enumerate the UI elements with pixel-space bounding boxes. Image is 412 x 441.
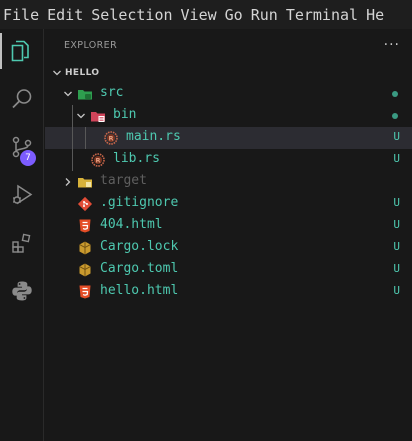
tree-item-label: .gitignore <box>100 195 179 210</box>
tree-item-404-html[interactable]: 404.html U <box>45 215 412 237</box>
tree-item-label: Cargo.lock <box>100 239 179 254</box>
more-actions-icon[interactable]: ··· <box>384 37 400 53</box>
menu-run[interactable]: Run <box>248 6 283 24</box>
menu-help[interactable]: He <box>363 6 389 24</box>
source-control-badge: 7 <box>20 150 36 166</box>
activity-python[interactable] <box>0 269 44 313</box>
menu-bar: File Edit Selection View Go Run Terminal… <box>0 0 412 29</box>
chevron-down-icon <box>49 65 65 81</box>
chevron-down-icon[interactable] <box>73 108 89 124</box>
activity-run-debug[interactable] <box>0 173 44 217</box>
activity-bar: 7 <box>0 29 44 441</box>
untracked-status: U <box>393 262 400 275</box>
svg-text:R: R <box>95 157 100 165</box>
modified-dot-indicator <box>392 113 398 119</box>
tree-item-label: 404.html <box>100 217 163 232</box>
search-icon <box>12 89 32 109</box>
rust-file-icon: R <box>103 130 119 146</box>
untracked-status: U <box>393 218 400 231</box>
explorer-title: EXPLORER <box>64 39 118 51</box>
untracked-status: U <box>393 284 400 297</box>
html-file-icon <box>77 218 93 234</box>
activity-explorer[interactable] <box>0 29 44 73</box>
svg-text:R: R <box>108 135 113 143</box>
run-debug-icon <box>13 184 33 205</box>
chevron-right-icon[interactable] <box>60 174 76 190</box>
indent-guide <box>85 127 86 149</box>
tree-item-label: main.rs <box>126 129 181 144</box>
tree-item-src[interactable]: src <box>45 83 412 105</box>
untracked-status: U <box>393 130 400 143</box>
activity-search[interactable] <box>0 77 44 121</box>
tree-item-label: lib.rs <box>113 151 160 166</box>
explorer-icon <box>11 40 29 62</box>
cargo-file-icon <box>77 262 93 278</box>
tree-item-main-rs[interactable]: Rmain.rs U <box>45 127 412 149</box>
menu-terminal[interactable]: Terminal <box>283 6 363 24</box>
menu-selection[interactable]: Selection <box>88 6 177 24</box>
folder-target-icon <box>77 174 93 190</box>
modified-dot-indicator <box>392 91 398 97</box>
explorer-header: EXPLORER ··· <box>45 29 412 61</box>
tree-item-label: bin <box>113 107 137 122</box>
tree-item-gitignore[interactable]: .gitignore U <box>45 193 412 215</box>
tree-item-bin[interactable]: bin <box>45 105 412 127</box>
menu-go[interactable]: Go <box>222 6 248 24</box>
indent-guide <box>72 149 73 171</box>
activity-source-control[interactable]: 7 <box>0 125 44 169</box>
menu-file[interactable]: File <box>0 6 44 24</box>
python-icon <box>12 281 32 301</box>
tree-item-label: Cargo.toml <box>100 261 179 276</box>
tree-item-cargo-toml[interactable]: Cargo.toml U <box>45 259 412 281</box>
workspace-name: HELLO <box>65 68 100 78</box>
untracked-status: U <box>393 196 400 209</box>
cargo-file-icon <box>77 240 93 256</box>
tree-item-label: target <box>100 173 147 188</box>
tree-item-hello-html[interactable]: hello.html U <box>45 281 412 303</box>
chevron-down-icon[interactable] <box>60 86 76 102</box>
rust-file-icon: R <box>90 152 106 168</box>
tree-item-label: src <box>100 85 124 100</box>
tree-item-cargo-lock[interactable]: Cargo.lock U <box>45 237 412 259</box>
folder-src-icon <box>77 86 93 102</box>
extensions-icon <box>12 233 31 253</box>
menu-view[interactable]: View <box>178 6 222 24</box>
untracked-status: U <box>393 152 400 165</box>
tree-item-lib-rs[interactable]: Rlib.rs U <box>45 149 412 171</box>
tree-item-target[interactable]: target <box>45 171 412 193</box>
tree-item-label: hello.html <box>100 283 179 298</box>
untracked-status: U <box>393 240 400 253</box>
html-file-icon <box>77 284 93 300</box>
explorer-panel: EXPLORER ··· HELLO src bin Rmain.rs U Rlib.r… <box>45 29 412 441</box>
indent-guide <box>72 127 73 149</box>
git-file-icon <box>77 196 93 212</box>
activity-extensions[interactable] <box>0 221 44 265</box>
menu-edit[interactable]: Edit <box>44 6 88 24</box>
folder-bin-icon <box>90 108 106 124</box>
workspace-section-header[interactable]: HELLO <box>45 63 412 83</box>
